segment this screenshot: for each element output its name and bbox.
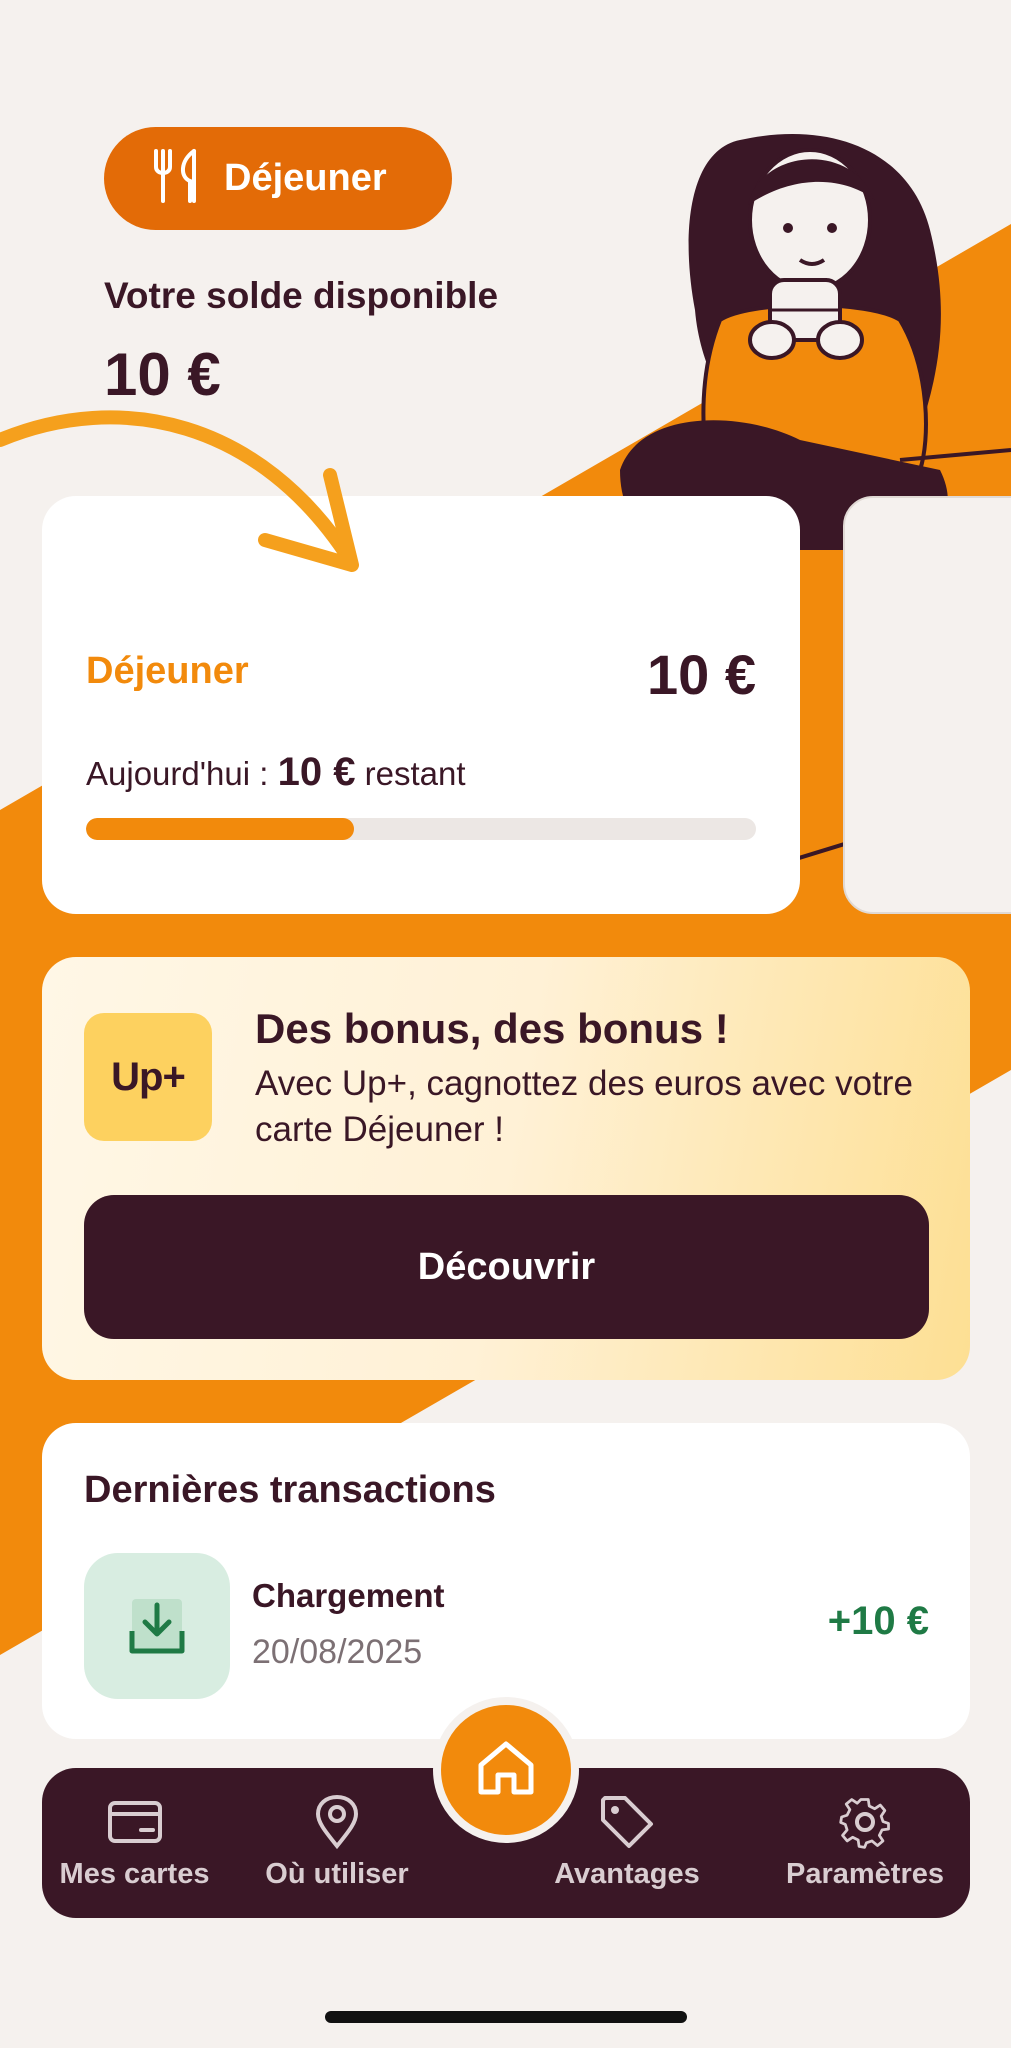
fork-knife-icon xyxy=(150,147,202,210)
balance-caption: Votre solde disponible xyxy=(104,275,499,316)
balance-amount: 10 € xyxy=(104,341,221,408)
transaction-date: 20/08/2025 xyxy=(252,1633,423,1671)
meal-type-pill[interactable]: Déjeuner xyxy=(104,127,452,230)
next-card-peek[interactable] xyxy=(843,496,1011,914)
nav-mes-cartes[interactable]: Mes cartes xyxy=(42,1768,227,1918)
arrow-decoration xyxy=(0,410,359,572)
upplus-badge: Up+ xyxy=(84,1013,212,1141)
daily-remaining-amount: 10 € xyxy=(277,750,356,794)
transaction-amount: +10 € xyxy=(827,1599,929,1643)
daily-remaining-prefix: Aujourd'hui : xyxy=(86,755,269,792)
nav-home-button[interactable] xyxy=(433,1697,579,1843)
transactions-card: Dernières transactions Chargement 20/08/… xyxy=(42,1423,970,1739)
daily-progress-bar xyxy=(86,818,756,840)
nav-label: Paramètres xyxy=(786,1858,944,1890)
nav-label: Avantages xyxy=(554,1858,700,1890)
daily-remaining-suffix: restant xyxy=(364,755,466,792)
nav-label: Où utiliser xyxy=(265,1858,409,1890)
download-icon xyxy=(84,1553,230,1699)
promo-text: Avec Up+, cagnottez des euros avec votre… xyxy=(255,1064,913,1149)
promo-title: Des bonus, des bonus ! xyxy=(255,1005,729,1052)
meal-pill-label: Déjeuner xyxy=(224,157,387,199)
wallet-card-amount: 10 € xyxy=(647,643,756,706)
home-icon xyxy=(475,1739,537,1802)
gear-icon xyxy=(837,1794,893,1850)
location-pin-icon xyxy=(314,1794,360,1850)
nav-parametres[interactable]: Paramètres xyxy=(760,1768,970,1918)
daily-progress-fill xyxy=(86,818,354,840)
tag-icon xyxy=(599,1794,655,1850)
nav-label: Mes cartes xyxy=(59,1858,210,1890)
card-icon xyxy=(107,1794,163,1850)
transaction-row[interactable]: Chargement 20/08/2025 +10 € xyxy=(84,1553,929,1699)
discover-button[interactable]: Découvrir xyxy=(84,1195,929,1339)
upplus-promo-card: Up+ Des bonus, des bonus ! Avec Up+, cag… xyxy=(42,957,970,1380)
home-indicator xyxy=(325,2011,687,2023)
transactions-title: Dernières transactions xyxy=(84,1469,496,1511)
daily-remaining-text: Aujourd'hui : 10 € restant xyxy=(86,750,466,795)
nav-ou-utiliser[interactable]: Où utiliser xyxy=(212,1768,462,1918)
transaction-label: Chargement xyxy=(252,1577,445,1614)
wallet-card-title: Déjeuner xyxy=(86,650,249,692)
